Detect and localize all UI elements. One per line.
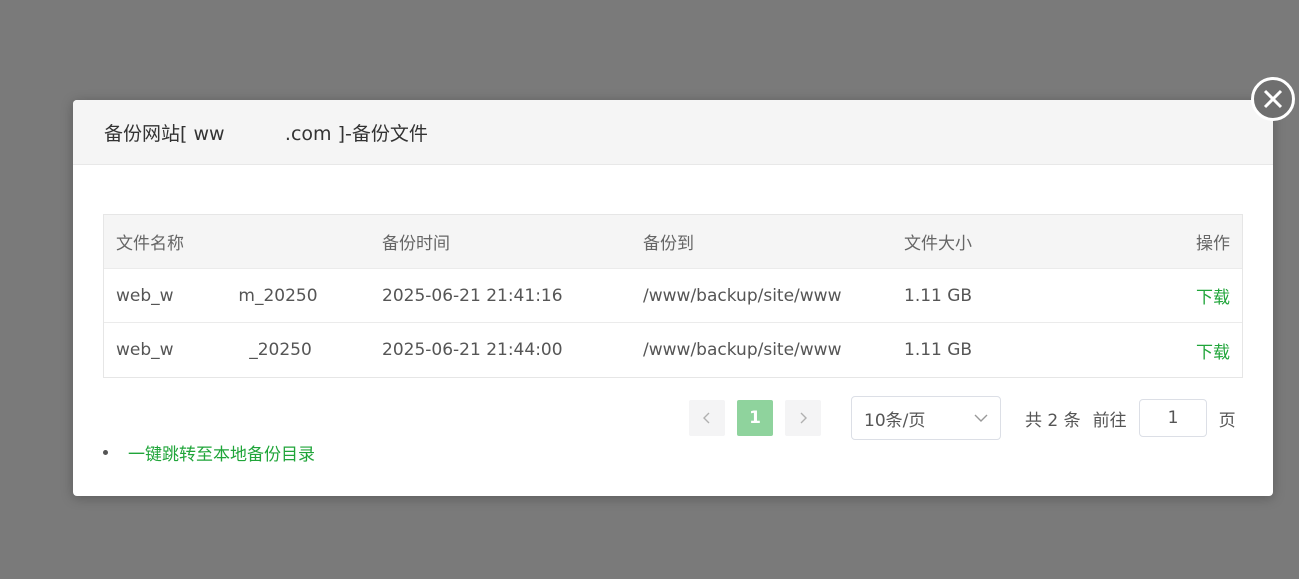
download-link[interactable]: 下载 (1196, 288, 1230, 308)
table-row: web_w m_20250 2025-06-21 21:41:16 /www/b… (104, 269, 1242, 323)
header-file-name: 文件名称 (116, 234, 184, 254)
header-backup-to: 备份到 (643, 234, 694, 254)
chevron-right-icon (800, 412, 807, 424)
backup-time-cell: 2025-06-21 21:44:00 (382, 340, 563, 360)
backup-table: 文件名称 备份时间 备份到 文件大小 操作 web_w m_20250 2025… (103, 214, 1243, 378)
header-backup-time: 备份时间 (382, 234, 450, 254)
table-header-row: 文件名称 备份时间 备份到 文件大小 操作 (104, 215, 1242, 269)
prev-page-button[interactable] (689, 400, 725, 436)
header-action: 操作 (1196, 234, 1230, 254)
download-link[interactable]: 下载 (1196, 343, 1230, 363)
action-cell: 下载 (1092, 283, 1242, 308)
dialog-title: 备份网站[ ww .com ]-备份文件 (104, 122, 428, 145)
file-name-cell: web_w m_20250 (116, 285, 318, 306)
chevron-down-icon (974, 414, 988, 422)
close-icon (1263, 89, 1283, 109)
header-file-size: 文件大小 (904, 234, 972, 254)
bullet-icon (103, 450, 108, 455)
close-dialog-button[interactable] (1251, 77, 1295, 121)
file-size-cell: 1.11 GB (904, 340, 973, 360)
page-size-select[interactable]: 10条/页 (851, 396, 1001, 440)
chevron-left-icon (703, 412, 710, 424)
page-number-current[interactable]: 1 (737, 400, 773, 436)
backup-time-cell: 2025-06-21 21:41:16 (382, 285, 563, 306)
backup-path-cell: /www/backup/site/www (643, 340, 842, 360)
backup-path-cell: /www/backup/site/www (643, 285, 842, 306)
list-item: 一键跳转至本地备份目录 (103, 440, 315, 465)
next-page-button[interactable] (785, 400, 821, 436)
total-count: 共 2 条 (1025, 410, 1081, 431)
footer-links: 一键跳转至本地备份目录 (103, 440, 315, 465)
goto-page-input[interactable] (1138, 399, 1207, 437)
table-row: web_w _20250 2025-06-21 21:44:00 /www/ba… (104, 323, 1242, 377)
page-size-value: 10条/页 (864, 410, 926, 431)
file-name-cell: web_w _20250 (116, 340, 312, 360)
goto-label: 前往 (1092, 410, 1127, 431)
open-local-backup-dir-link[interactable]: 一键跳转至本地备份目录 (128, 440, 315, 465)
pagination: 1 10条/页 共 2 条 前往 页 (689, 396, 1236, 440)
dialog-header: 备份网站[ ww .com ]-备份文件 (73, 100, 1273, 165)
action-cell: 下载 (1092, 338, 1242, 363)
backup-files-dialog: 备份网站[ ww .com ]-备份文件 文件名称 备份时间 备份到 文件大小 … (73, 100, 1273, 496)
page-unit-label: 页 (1218, 410, 1236, 431)
file-size-cell: 1.11 GB (904, 285, 973, 306)
